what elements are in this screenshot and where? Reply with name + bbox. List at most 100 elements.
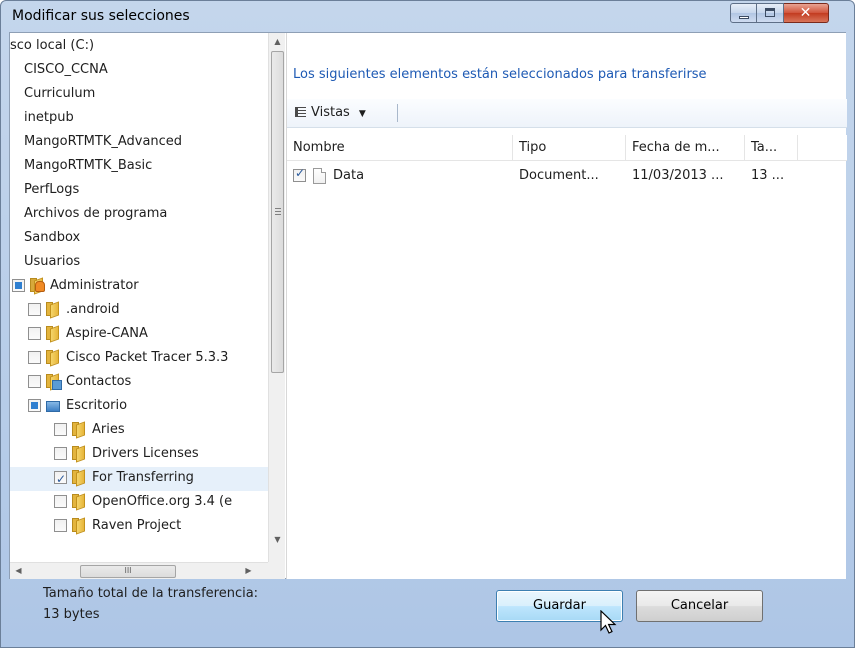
tree-item[interactable]: sco local (C:) — [10, 35, 268, 59]
tree-item-label: OpenOffice.org 3.4 (e — [92, 494, 233, 509]
tree-item-checkbox[interactable] — [28, 399, 41, 412]
folder-icon — [44, 349, 60, 367]
cell-size: 13 ... — [751, 168, 785, 183]
tree-item-checkbox[interactable] — [28, 375, 41, 388]
cell-type: Document... — [519, 168, 599, 183]
close-icon: ✕ — [799, 5, 812, 21]
minimize-icon — [739, 16, 749, 19]
tree-item-label: Escritorio — [66, 398, 128, 413]
tree-item-checkbox[interactable] — [28, 327, 41, 340]
dialog-window: Modificar sus selecciones ✕ sco local (C… — [0, 0, 855, 648]
folder-icon — [70, 445, 86, 463]
folder-icon — [70, 421, 86, 439]
tree-item-label: Curriculum — [24, 86, 96, 101]
tree-item-label: sco local (C:) — [10, 38, 95, 53]
column-header-date[interactable]: Fecha de m... — [626, 135, 745, 161]
tree-item[interactable]: Cisco Packet Tracer 5.3.3 — [10, 347, 268, 371]
tree-item-label: Contactos — [66, 374, 132, 389]
tree-item[interactable]: Contactos — [10, 371, 268, 395]
column-header-name[interactable]: Nombre — [287, 135, 513, 161]
mouse-cursor-icon — [600, 610, 617, 634]
views-dropdown[interactable]: Vistas ▼ — [291, 102, 372, 124]
column-headers: Nombre Tipo Fecha de m... Ta... — [287, 135, 847, 161]
tree-horizontal-scrollbar[interactable]: ◀ III ▶ — [10, 562, 268, 579]
tree-item[interactable]: Curriculum — [10, 83, 268, 107]
folder-icon — [70, 517, 86, 535]
close-button[interactable]: ✕ — [784, 3, 829, 23]
window-title: Modificar sus selecciones — [12, 8, 190, 24]
table-row[interactable]: Data Document... 11/03/2013 ... 13 ... — [287, 164, 847, 188]
tree-item-label: Raven Project — [92, 518, 182, 533]
scroll-grip-line — [275, 214, 281, 215]
tree-item-checkbox[interactable] — [54, 447, 67, 460]
tree-item[interactable]: MangoRTMTK_Basic — [10, 155, 268, 179]
folder-tree: sco local (C:) CISCO_CCNA Curriculum inetpu… — [10, 33, 268, 562]
cell-name: Data — [333, 168, 365, 183]
selection-pane: Los siguientes elementos están seleccion… — [286, 33, 847, 579]
folder-icon — [44, 325, 60, 343]
tree-item-label: Usuarios — [24, 254, 81, 269]
maximize-button[interactable] — [757, 3, 784, 23]
tree-item[interactable]: CISCO_CCNA — [10, 59, 268, 83]
tree-item[interactable]: OpenOffice.org 3.4 (e — [10, 491, 268, 515]
tree-item[interactable]: Archivos de programa — [10, 203, 268, 227]
tree-item-label: For Transferring — [92, 470, 194, 485]
tree-item[interactable]: Sandbox — [10, 227, 268, 251]
scroll-left-arrow[interactable]: ◀ — [10, 563, 27, 580]
column-header-size[interactable]: Ta... — [745, 135, 798, 161]
tree-item-label: Aries — [92, 422, 125, 437]
tree-item[interactable]: Drivers Licenses — [10, 443, 268, 467]
dialog-body: sco local (C:) CISCO_CCNA Curriculum inetpu… — [9, 32, 847, 579]
view-toolbar: Vistas ▼ — [287, 99, 847, 128]
column-header-type[interactable]: Tipo — [513, 135, 626, 161]
tree-item-checkbox[interactable] — [28, 351, 41, 364]
desktop-folder-icon — [44, 398, 60, 413]
transfer-size-label: Tamaño total de la transferencia: — [43, 586, 259, 601]
tree-item-label: Aspire-CANA — [66, 326, 148, 341]
vertical-scroll-thumb[interactable] — [271, 51, 284, 373]
tree-item[interactable]: .android — [10, 299, 268, 323]
scroll-down-arrow[interactable]: ▼ — [269, 531, 286, 548]
minimize-button[interactable] — [730, 3, 757, 23]
tree-item[interactable]: Aspire-CANA — [10, 323, 268, 347]
tree-item-checkbox[interactable] — [54, 495, 67, 508]
tree-vertical-scrollbar[interactable]: ▲ ▼ — [268, 33, 285, 562]
horizontal-scroll-thumb[interactable]: III — [80, 565, 176, 578]
tree-item-label: Archivos de programa — [24, 206, 168, 221]
dialog-footer: Tamaño total de la transferencia: 13 byt… — [1, 579, 854, 649]
scrollbar-corner — [268, 562, 285, 579]
title-bar[interactable]: Modificar sus selecciones ✕ — [1, 1, 854, 32]
tree-item[interactable]: PerfLogs — [10, 179, 268, 203]
document-icon — [313, 168, 326, 184]
tree-item-checkbox[interactable] — [12, 279, 25, 292]
tree-item-label: CISCO_CCNA — [24, 62, 108, 77]
scroll-grip-line — [275, 208, 281, 209]
tree-item[interactable]: Aries — [10, 419, 268, 443]
tree-item-label: .android — [66, 302, 120, 317]
tree-item-label: Sandbox — [24, 230, 81, 245]
tree-item-checkbox[interactable] — [54, 423, 67, 436]
chevron-down-icon: ▼ — [358, 109, 366, 119]
tree-item-checkbox[interactable] — [54, 468, 67, 490]
tree-item[interactable]: inetpub — [10, 107, 268, 131]
selection-heading: Los siguientes elementos están seleccion… — [293, 67, 707, 82]
tree-item[interactable]: Usuarios — [10, 251, 268, 275]
user-folder-icon — [28, 277, 45, 295]
folder-icon — [70, 493, 86, 511]
cancel-button[interactable]: Cancelar — [636, 590, 763, 622]
tree-item[interactable]: Administrator — [10, 275, 268, 299]
tree-item-label: MangoRTMTK_Advanced — [24, 134, 183, 149]
transfer-size-value: 13 bytes — [43, 607, 100, 622]
tree-item-checkbox[interactable] — [28, 303, 41, 316]
tree-item[interactable]: For Transferring — [10, 467, 268, 491]
tree-item[interactable]: MangoRTMTK_Advanced — [10, 131, 268, 155]
tree-item-label: Administrator — [50, 278, 139, 293]
tree-item[interactable]: Raven Project — [10, 515, 268, 539]
scroll-up-arrow[interactable]: ▲ — [269, 33, 286, 50]
row-checkbox[interactable] — [293, 166, 306, 182]
tree-item-label: Drivers Licenses — [92, 446, 199, 461]
scroll-right-arrow[interactable]: ▶ — [240, 563, 257, 580]
maximize-icon — [765, 8, 775, 17]
tree-item[interactable]: Escritorio — [10, 395, 268, 419]
tree-item-checkbox[interactable] — [54, 519, 67, 532]
